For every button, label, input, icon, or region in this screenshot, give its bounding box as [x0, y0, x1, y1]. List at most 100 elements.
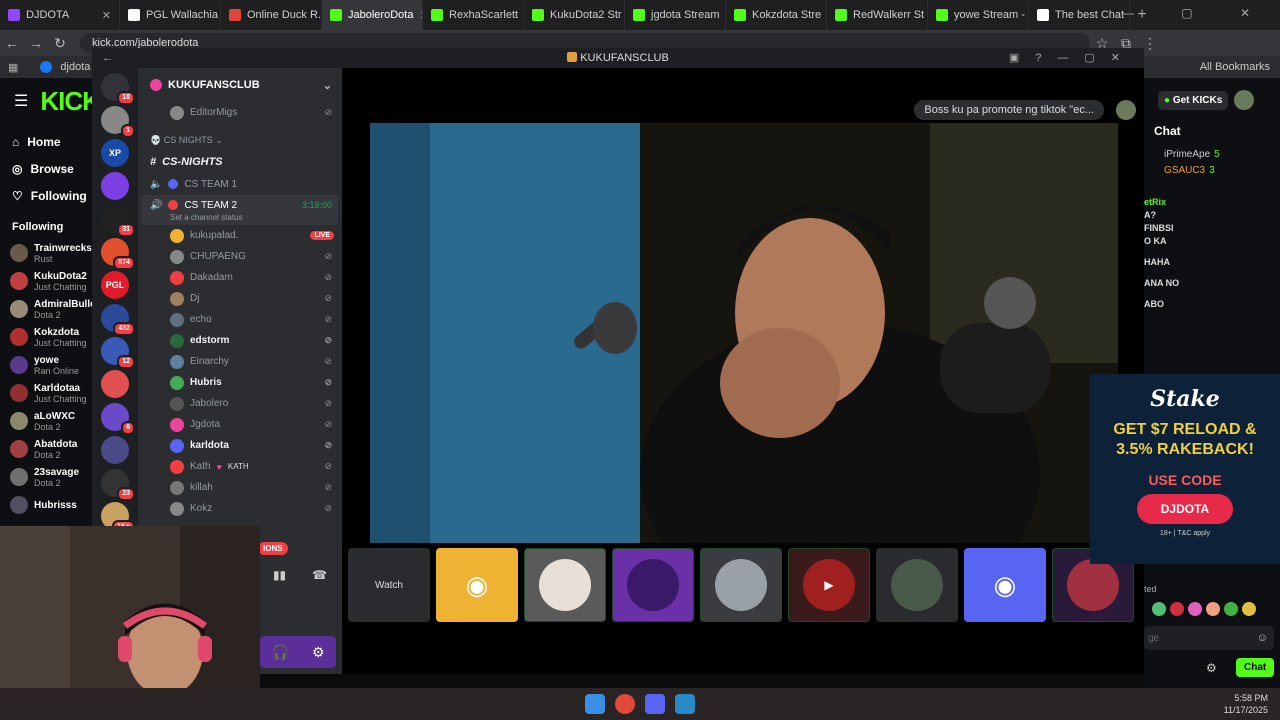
voice-member[interactable]: karldota ⊘ — [138, 435, 342, 456]
voice-member[interactable]: Dakadam ⊘ — [138, 267, 342, 288]
following-item[interactable]: Trainwrecks Rust — [0, 239, 96, 267]
participant-tile[interactable] — [524, 548, 606, 622]
user-controls[interactable]: 🎧 ⚙ — [260, 636, 336, 668]
voice-channel-team1[interactable]: 🔈 CS TEAM 1 — [138, 173, 342, 195]
apps-icon[interactable]: ▦ — [8, 61, 18, 74]
voice-member[interactable]: CHUPAENG ⊘ — [138, 246, 342, 267]
browser-tab[interactable]: JaboleroDota✕ — [322, 0, 423, 30]
browser-tab[interactable]: KukuDota2 Str✕ — [524, 0, 625, 30]
voice-member[interactable]: killah ⊘ — [138, 477, 342, 498]
emoji-icon[interactable]: ☺ — [1257, 632, 1268, 644]
browser-tab[interactable]: yowe Stream -✕ — [928, 0, 1029, 30]
server-icon[interactable]: 6 — [101, 403, 135, 435]
following-item[interactable]: 23savage Dota 2 — [0, 463, 96, 491]
server-icon[interactable] — [101, 436, 129, 464]
following-item[interactable]: Karldotaa Just Chatting — [0, 379, 96, 407]
server-icon[interactable] — [101, 370, 129, 398]
avatar — [170, 291, 184, 306]
emote-row[interactable] — [1152, 602, 1256, 616]
avatar[interactable] — [1234, 90, 1255, 110]
browser-tab[interactable]: The best Chat✕ — [1029, 0, 1130, 30]
reload-icon[interactable]: ↻ — [48, 35, 72, 52]
chat-input[interactable]: ge ☺ — [1144, 626, 1274, 650]
get-kicks-button[interactable]: ● Get KICKs — [1158, 90, 1229, 110]
browser-tab[interactable]: Kokzdota Stre✕ — [726, 0, 827, 30]
participant-tile[interactable]: ▶ — [788, 548, 870, 622]
voice-member[interactable]: Kokz ⊘ — [138, 498, 342, 519]
server-icon[interactable]: PGL — [101, 271, 129, 299]
server-icon[interactable] — [101, 172, 129, 200]
voice-member[interactable]: Dj ⊘ — [138, 288, 342, 309]
following-item[interactable]: KukuDota2 Just Chatting — [0, 267, 96, 295]
all-bookmarks[interactable]: All Bookmarks — [1200, 61, 1270, 73]
stake-ad[interactable]: Stake GET $7 RELOAD & 3.5% RAKEBACK! USE… — [1090, 374, 1280, 564]
text-channel-cs-nights[interactable]: # CS-NIGHTS — [138, 151, 342, 173]
facebook-icon[interactable] — [40, 61, 53, 73]
forward-icon[interactable]: → — [24, 35, 48, 51]
voice-controls[interactable]: ▮▮ ☎ — [260, 568, 340, 588]
stake-code-button[interactable]: DJDOTA — [1137, 494, 1233, 524]
voice-member[interactable]: kukupalad. LIVE — [138, 225, 342, 246]
discord-taskbar-icon[interactable] — [645, 694, 665, 714]
voice-channel-team2[interactable]: 🔊 CS TEAM 2 3:18:00 Set a channel status — [142, 195, 338, 225]
server-icon[interactable]: 574 — [101, 238, 135, 270]
browser-tab[interactable]: jgdota Stream✕ — [625, 0, 726, 30]
nav-following[interactable]: ♡ Following — [0, 182, 96, 209]
hamburger-icon[interactable]: ☰ — [14, 91, 28, 111]
nav-browse[interactable]: ◎ Browse — [0, 155, 96, 182]
chat-user-row[interactable]: GSAUC3 3 — [1144, 162, 1280, 178]
voice-member[interactable]: Jgdota ⊘ — [138, 414, 342, 435]
participant-tile[interactable] — [876, 548, 958, 622]
screen-share-video[interactable] — [370, 123, 1118, 543]
back-icon[interactable]: ← — [0, 35, 24, 51]
voice-member[interactable]: Hubris ⊘ — [138, 372, 342, 393]
browser-window-controls[interactable]: — ▢ ✕ — [1122, 6, 1272, 20]
server-icon[interactable]: 18 — [101, 73, 135, 105]
participant-tile[interactable]: ◉ — [964, 548, 1046, 622]
voice-member[interactable]: Kath ♥ KATH ⊘ — [138, 456, 342, 477]
chat-settings-icon[interactable]: ⚙ — [1206, 661, 1217, 675]
participant-tile[interactable] — [612, 548, 694, 622]
voice-member[interactable]: edstorm ⊘ — [138, 330, 342, 351]
browser-tab[interactable]: PGL Wallachia✕ — [120, 0, 221, 30]
server-icon[interactable]: 1 — [101, 106, 135, 138]
following-item[interactable]: aLoWXC Dota 2 — [0, 407, 96, 435]
chrome-icon[interactable] — [615, 694, 635, 714]
following-item[interactable]: yowe Ran Online — [0, 351, 96, 379]
participant-tile[interactable] — [700, 548, 782, 622]
browser-tab[interactable]: RedWalkerr St✕ — [827, 0, 928, 30]
server-icon[interactable]: 12 — [101, 337, 135, 369]
following-item[interactable]: Hubrisss — [0, 491, 96, 519]
category-cs-nights[interactable]: 💀 CS NIGHTS ⌄ — [138, 135, 342, 151]
nav-home[interactable]: ⌂ Home — [0, 128, 96, 155]
channel-status[interactable]: Set a channel status — [150, 213, 338, 222]
server-icon[interactable]: 432 — [101, 304, 135, 336]
compass-icon: ◎ — [12, 161, 23, 176]
following-item[interactable]: Abatdota Dota 2 — [0, 435, 96, 463]
discord-window-controls[interactable]: ▣?—▢✕ — [1009, 48, 1136, 68]
participant-tile[interactable]: ◉ — [436, 548, 518, 622]
server-icon[interactable]: 23 — [101, 469, 135, 501]
member-editormigs[interactable]: EditorMigs ⊘ — [138, 102, 342, 123]
app-taskbar-icon[interactable] — [675, 694, 695, 714]
browser-tab[interactable]: DJDOTA ✕ — [0, 0, 120, 30]
server-icon[interactable]: 31 — [101, 205, 135, 237]
watch-tile[interactable]: Watch — [348, 548, 430, 622]
close-icon[interactable]: ✕ — [102, 9, 111, 22]
browser-tab[interactable]: RexhaScarlett✕ — [423, 0, 524, 30]
server-icon[interactable]: XP — [101, 139, 129, 167]
windows-start-icon[interactable] — [585, 694, 605, 714]
browser-tab[interactable]: Online Duck R...✕ — [221, 0, 322, 30]
voice-member[interactable]: Einarchy ⊘ — [138, 351, 342, 372]
following-item[interactable]: AdmiralBulld Dota 2 — [0, 295, 96, 323]
voice-member[interactable]: echo ⊘ — [138, 309, 342, 330]
send-chat-button[interactable]: Chat — [1236, 658, 1275, 677]
server-name[interactable]: KUKUFANSCLUB — [168, 79, 260, 91]
voice-member[interactable]: Jabolero ⊘ — [138, 393, 342, 414]
discord-back-icon[interactable]: ← — [102, 48, 113, 68]
chat-user-row[interactable]: iPrimeApe 5 — [1144, 146, 1280, 162]
kick-logo[interactable]: KICK — [40, 86, 101, 117]
following-item[interactable]: Kokzdota Just Chatting — [0, 323, 96, 351]
chevron-down-icon[interactable]: ⌄ — [323, 79, 332, 92]
bookmark-djdota[interactable]: djdota — [60, 61, 90, 73]
